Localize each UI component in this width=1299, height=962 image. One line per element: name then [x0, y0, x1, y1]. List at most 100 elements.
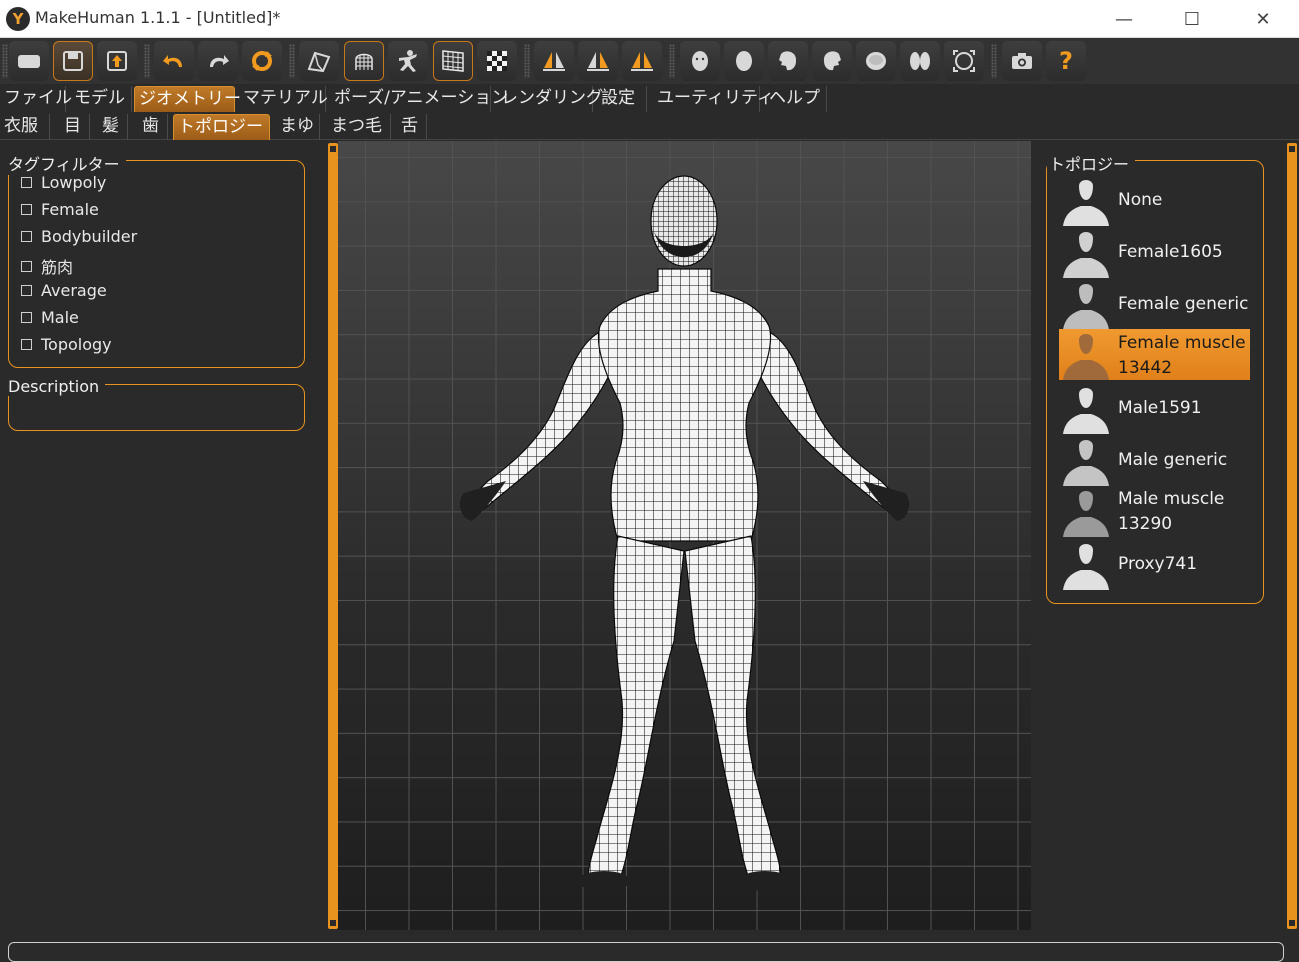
open-button[interactable]	[9, 41, 49, 81]
pose-icon	[399, 50, 417, 72]
top-view-button[interactable]	[856, 41, 896, 81]
tab-eyelashes[interactable]: まつ毛	[327, 114, 391, 140]
bust-thumbnail-icon	[1063, 544, 1109, 590]
checkbox-icon	[21, 312, 32, 323]
back-view-button[interactable]	[724, 41, 764, 81]
topology-label: Male generic	[1118, 450, 1228, 470]
tag-checkbox-average[interactable]: Average	[21, 281, 107, 300]
topology-item-female-muscle-13442[interactable]: Female muscle 13442	[1059, 329, 1250, 380]
scroll-down-arrow[interactable]	[329, 919, 337, 927]
bust-thumbnail-icon	[1063, 440, 1109, 486]
tag-checkbox-topology[interactable]: Topology	[21, 335, 112, 354]
save-icon	[63, 51, 83, 71]
tab-modelling[interactable]: モデル	[70, 86, 132, 112]
tab-rendering[interactable]: レンダリング	[497, 86, 603, 112]
tab-help[interactable]: ヘルプ	[765, 86, 827, 112]
export-button[interactable]	[97, 41, 137, 81]
save-button[interactable]	[53, 41, 93, 81]
tag-label: Female	[41, 200, 99, 219]
smooth-button[interactable]	[299, 41, 339, 81]
topology-label: Female muscle	[1118, 333, 1246, 353]
toolbar-grip[interactable]	[289, 44, 295, 78]
tab-material[interactable]: マテリアル	[239, 86, 328, 112]
tab-eyebrows[interactable]: まゆ	[276, 114, 320, 140]
undo-button[interactable]	[154, 41, 194, 81]
topology-item-male-generic[interactable]: Male generic	[1059, 435, 1250, 486]
screenshot-icon	[1012, 53, 1032, 69]
tab-topology[interactable]: トポロジー	[173, 114, 270, 140]
topology-item-none[interactable]: None	[1059, 175, 1250, 226]
checkbox-icon	[21, 260, 32, 272]
grid-button[interactable]	[433, 41, 473, 81]
topology-item-male-muscle-13290[interactable]: Male muscle 13290	[1059, 486, 1250, 537]
tab-utilities[interactable]: ユーティリティ	[653, 86, 774, 112]
tag-checkbox-female[interactable]: Female	[21, 200, 99, 219]
tab-tongue[interactable]: 舌	[397, 114, 427, 140]
front-view-button[interactable]	[680, 41, 720, 81]
bottom-view-button[interactable]	[900, 41, 940, 81]
undo-icon	[163, 55, 182, 67]
pose-button[interactable]	[388, 41, 428, 81]
maximize-button[interactable]: ☐	[1156, 0, 1228, 38]
reset-camera-button[interactable]	[944, 41, 984, 81]
scroll-down-arrow[interactable]	[1288, 919, 1296, 927]
tab-file[interactable]: ファイル	[0, 86, 72, 112]
help-button[interactable]: ?	[1046, 41, 1086, 81]
tab-settings[interactable]: 設定	[597, 86, 647, 112]
topology-label: Male muscle	[1118, 489, 1225, 509]
wireframe-button[interactable]	[344, 41, 384, 81]
app-logo-icon: Y	[6, 7, 30, 31]
scroll-up-arrow[interactable]	[329, 145, 337, 153]
tab-eyes[interactable]: 目	[60, 114, 90, 140]
bust-thumbnail-icon	[1063, 491, 1109, 537]
toolbar-grip[interactable]	[524, 44, 530, 78]
bottom-view-icon	[910, 52, 930, 70]
right-view-icon	[823, 51, 841, 71]
tab-pose-animation[interactable]: ポーズ/アニメーション	[330, 86, 508, 112]
screenshot-button[interactable]	[1002, 41, 1042, 81]
tag-checkbox-bodybuilder[interactable]: Bodybuilder	[21, 227, 137, 246]
checkbox-icon	[21, 285, 32, 296]
tab-hair[interactable]: 髪	[98, 114, 128, 140]
checkbox-icon	[21, 177, 32, 188]
3d-viewport[interactable]	[338, 141, 1031, 930]
topology-label-second-line: 13442	[1118, 358, 1173, 378]
tag-checkbox-muscle[interactable]: 筋肉	[21, 254, 73, 278]
toolbar-grip[interactable]	[2, 44, 8, 78]
bust-thumbnail-icon	[1063, 334, 1109, 380]
symmetry-left-button[interactable]	[578, 41, 618, 81]
back-view-icon	[736, 51, 752, 71]
toolbar-grip[interactable]	[144, 44, 150, 78]
bust-thumbnail-icon	[1063, 180, 1109, 226]
topology-item-female1605[interactable]: Female1605	[1059, 227, 1250, 278]
symmetry-button[interactable]	[622, 41, 662, 81]
background-icon	[487, 51, 507, 71]
redo-icon	[210, 55, 229, 67]
tag-checkbox-lowpoly[interactable]: Lowpoly	[21, 173, 106, 192]
left-view-button[interactable]	[768, 41, 808, 81]
minimize-button[interactable]: —	[1088, 0, 1160, 38]
title-bar: Y MakeHuman 1.1.1 - [Untitled]* — ☐ ✕	[0, 0, 1299, 38]
tag-checkbox-male[interactable]: Male	[21, 308, 79, 327]
right-panel-scrollbar[interactable]	[1287, 143, 1297, 929]
bust-thumbnail-icon	[1063, 388, 1109, 434]
tab-geometry[interactable]: ジオメトリー	[134, 86, 241, 112]
topology-item-female-generic[interactable]: Female generic	[1059, 279, 1250, 330]
symmetry-right-button[interactable]	[534, 41, 574, 81]
toolbar-grip[interactable]	[991, 44, 997, 78]
left-panel-scrollbar[interactable]	[328, 143, 338, 929]
topology-item-male1591[interactable]: Male1591	[1059, 383, 1250, 434]
sub-tab-bar: 衣服 目 髪 歯 トポロジー まゆ まつ毛 舌	[0, 112, 1299, 140]
symmetry-right-icon	[543, 52, 565, 71]
toolbar-grip[interactable]	[669, 44, 675, 78]
tab-clothes[interactable]: 衣服	[0, 114, 50, 140]
tab-teeth[interactable]: 歯	[138, 114, 168, 140]
background-button[interactable]	[477, 41, 517, 81]
reset-button[interactable]	[242, 41, 282, 81]
scroll-up-arrow[interactable]	[1288, 145, 1296, 153]
close-button[interactable]: ✕	[1227, 0, 1299, 38]
redo-button[interactable]	[198, 41, 238, 81]
main-tab-bar: ファイル モデル ジオメトリー マテリアル ポーズ/アニメーション レンダリング…	[0, 84, 1299, 112]
topology-item-proxy741[interactable]: Proxy741	[1059, 539, 1250, 590]
right-view-button[interactable]	[812, 41, 852, 81]
